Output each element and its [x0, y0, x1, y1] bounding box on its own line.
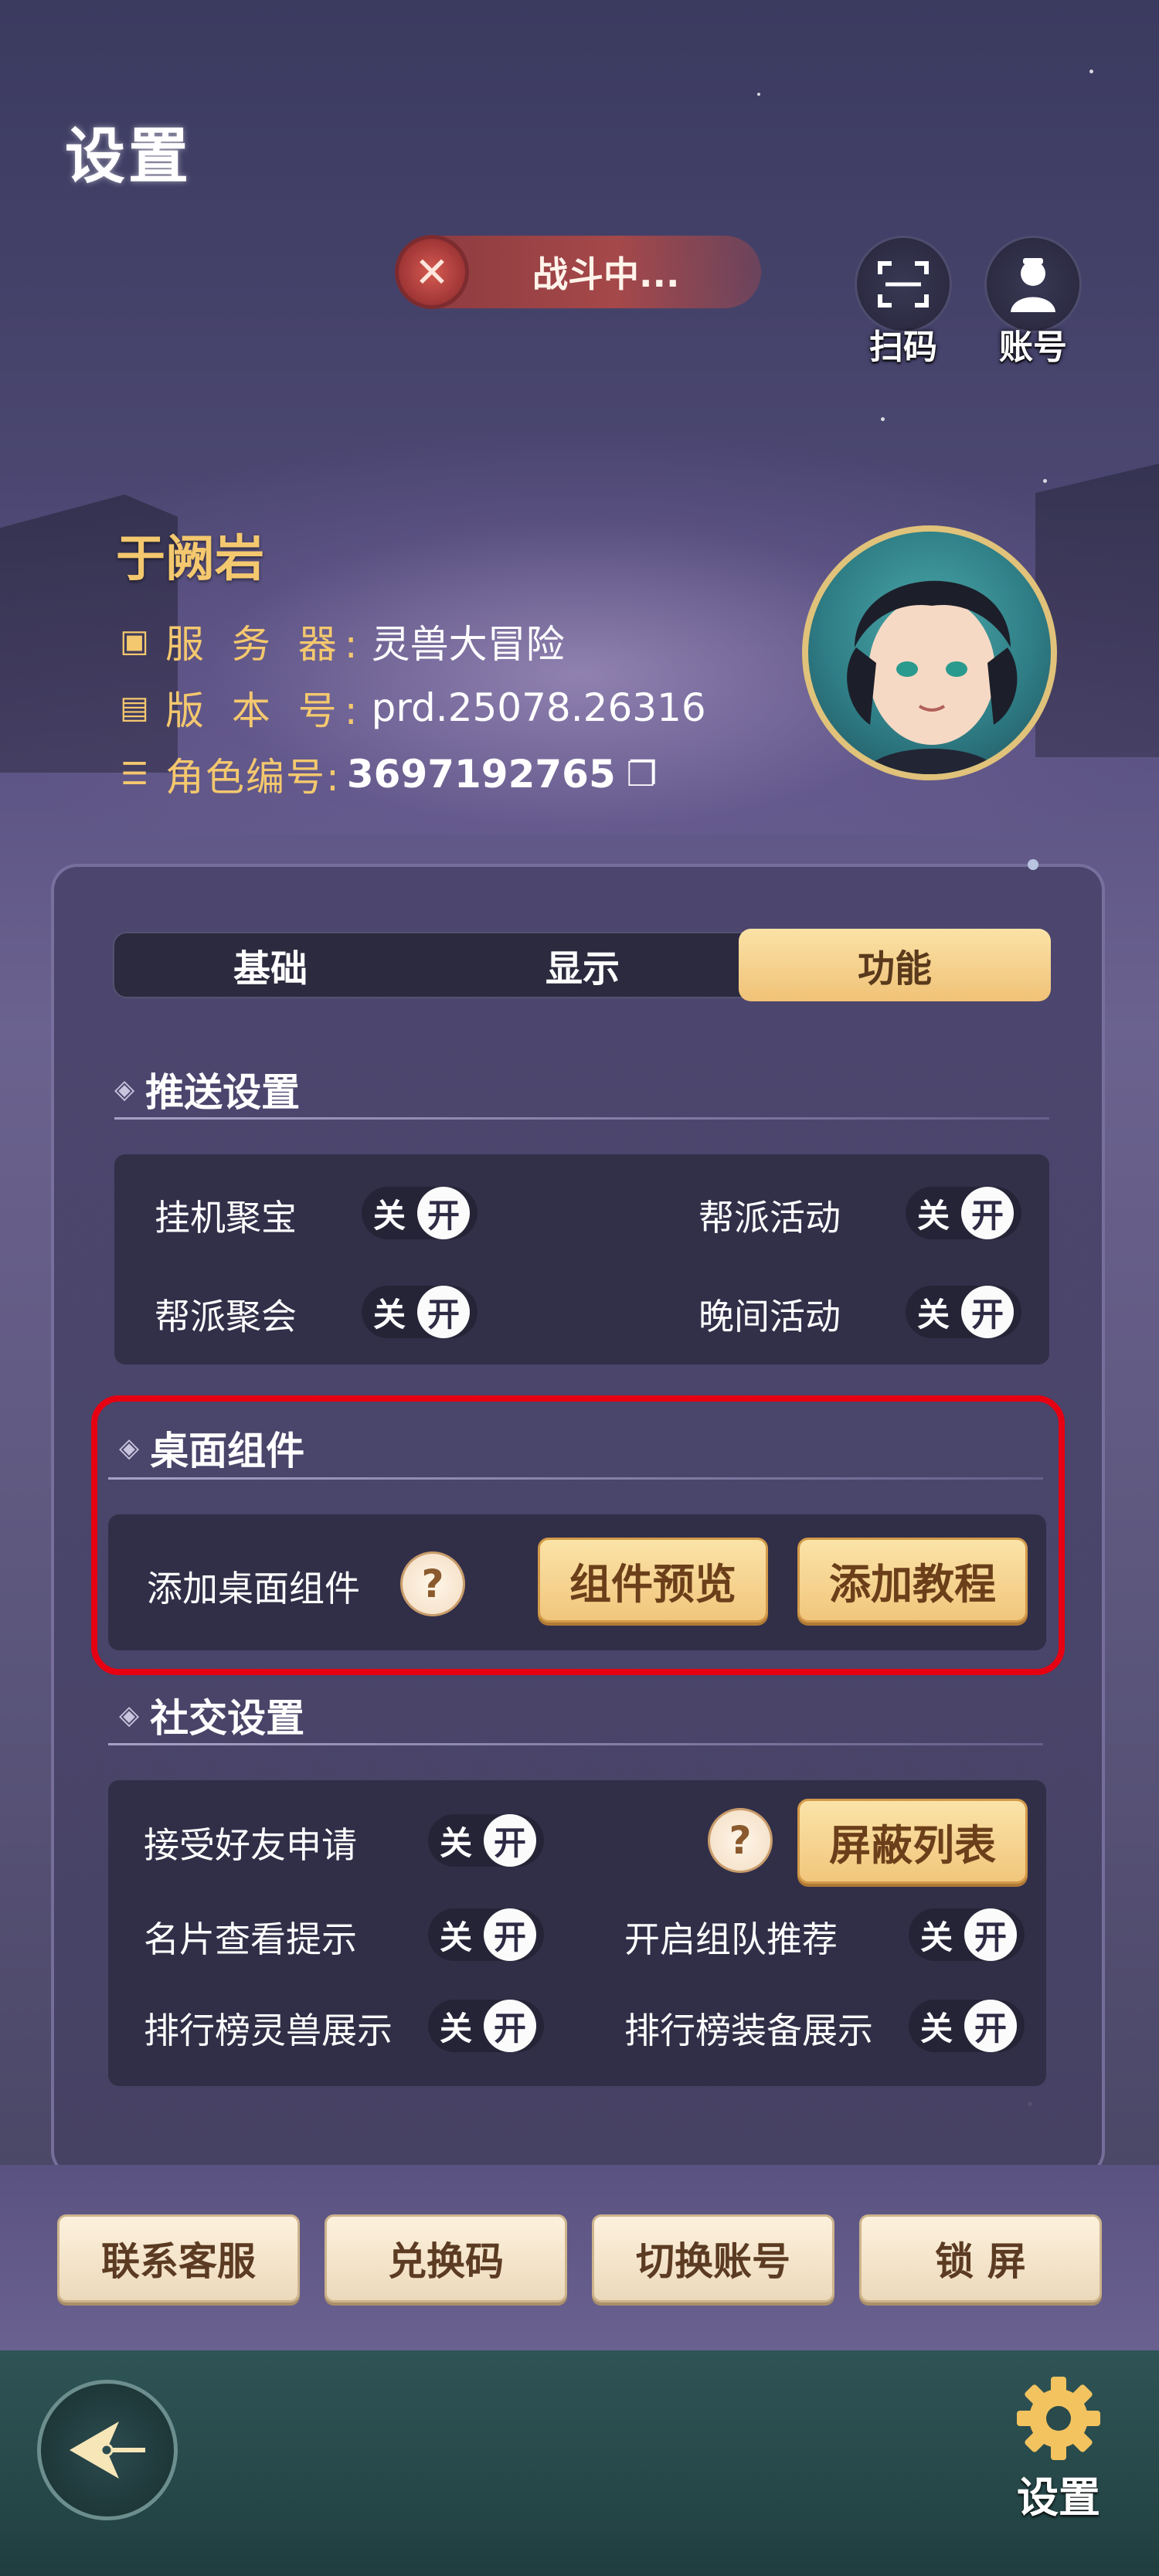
card-view-toggle[interactable]: 关 开 [428, 1908, 544, 1961]
push-guild-activity-label: 帮派活动 [698, 1197, 841, 1239]
toggle-off-label: 关 [916, 1196, 950, 1235]
toggle-on-knob: 开 [964, 1908, 1017, 1961]
scan-label: 扫码 [869, 328, 937, 367]
toggle-on-knob: 开 [417, 1286, 470, 1338]
settings-nav-button[interactable]: 设置 [997, 2372, 1120, 2527]
server-label: 服 务 器: [165, 622, 365, 667]
rank-gear-toggle[interactable]: 关 开 [909, 2000, 1025, 2052]
toggle-off-label: 关 [919, 1918, 953, 1956]
list-icon: ☰ [121, 756, 148, 792]
copy-icon[interactable]: ❐ [627, 755, 657, 794]
help-button[interactable]: ? [708, 1808, 773, 1873]
toggle-off-label: 关 [919, 2009, 953, 2048]
page-title: 设置 [65, 122, 192, 192]
toggle-on-knob: 开 [484, 2000, 536, 2052]
push-settings-header: ◈ 推送设置 [114, 1062, 300, 1117]
star [1089, 70, 1093, 73]
redeem-code-button[interactable]: 兑换码 [325, 2214, 567, 2302]
tab-basic[interactable]: 基础 [114, 933, 427, 997]
social-settings-title: 社交设置 [150, 1696, 305, 1741]
toggle-on-knob: 开 [964, 2000, 1017, 2052]
card-view-label: 名片查看提示 [144, 1918, 357, 1960]
team-recommend-label: 开启组队推荐 [624, 1918, 838, 1960]
settings-nav-label: 设置 [1017, 2473, 1100, 2522]
server-value: 灵兽大冒险 [371, 622, 565, 667]
crossed-swords-icon: ✕ [395, 235, 469, 309]
toggle-off-label: 关 [439, 2009, 472, 2048]
back-button[interactable] [37, 2380, 178, 2520]
toggle-off-label: 关 [439, 1918, 472, 1956]
toggle-off-label: 关 [439, 1823, 472, 1862]
toggle-on-knob: 开 [484, 1814, 536, 1867]
version-label: 版 本 号: [165, 688, 365, 733]
social-settings-header: ◈ 社交设置 [119, 1687, 304, 1743]
toggle-off-label: 关 [916, 1295, 950, 1334]
settings-tabs: 基础 显示 功能 [113, 929, 1051, 1001]
push-idle-treasure-toggle[interactable]: 关 开 [362, 1187, 478, 1239]
rank-pet-toggle[interactable]: 关 开 [428, 2000, 544, 2052]
battle-status-pill[interactable]: ✕ 战斗中... [395, 235, 761, 309]
star [1043, 479, 1047, 483]
friend-request-toggle[interactable]: 关 开 [428, 1814, 544, 1867]
role-value: 3697192765 [346, 752, 616, 797]
version-value: prd.25078.26316 [371, 685, 706, 730]
friend-request-label: 接受好友申请 [144, 1824, 357, 1866]
gear-icon [1017, 2377, 1100, 2460]
contact-support-button[interactable]: 联系客服 [57, 2214, 300, 2302]
tab-display[interactable]: 显示 [427, 933, 739, 997]
push-guild-party-toggle[interactable]: 关 开 [362, 1286, 478, 1338]
toggle-on-knob: 开 [417, 1187, 470, 1239]
document-icon: ▤ [120, 690, 149, 726]
push-evening-activity-label: 晚间活动 [698, 1296, 841, 1337]
avatar[interactable] [802, 525, 1057, 780]
monitor-icon: ▣ [120, 624, 149, 659]
role-info: ☰ 角色编号: 3697192765 ❐ [116, 746, 657, 802]
push-settings-title: 推送设置 [145, 1070, 301, 1115]
server-info: ▣ 服 务 器: 灵兽大冒险 [116, 613, 565, 669]
battle-status-text: 战斗中... [532, 253, 680, 295]
toggle-on-knob: 开 [961, 1187, 1014, 1239]
divider [114, 1117, 1049, 1120]
toggle-off-label: 关 [372, 1295, 406, 1334]
role-label: 角色编号: [165, 755, 341, 800]
scan-button[interactable]: 扫码 [853, 236, 953, 367]
toggle-on-knob: 开 [961, 1286, 1014, 1338]
rank-gear-label: 排行榜装备展示 [624, 2010, 873, 2051]
tab-function[interactable]: 功能 [739, 929, 1051, 1001]
push-idle-treasure-label: 挂机聚宝 [155, 1197, 297, 1239]
diamond-icon: ◈ [114, 1074, 135, 1105]
background-building-right [1035, 464, 1159, 757]
toggle-off-label: 关 [372, 1196, 406, 1235]
toggle-on-knob: 开 [484, 1908, 536, 1961]
divider [108, 1743, 1043, 1745]
rank-pet-label: 排行榜灵兽展示 [144, 2010, 393, 2051]
block-list-button[interactable]: 屏蔽列表 [797, 1799, 1028, 1884]
push-guild-party-label: 帮派聚会 [155, 1296, 297, 1337]
team-recommend-toggle[interactable]: 关 开 [909, 1908, 1025, 1961]
lock-screen-button[interactable]: 锁 屏 [859, 2214, 1102, 2302]
account-label: 账号 [999, 328, 1067, 367]
switch-account-button[interactable]: 切换账号 [592, 2214, 834, 2302]
push-evening-activity-toggle[interactable]: 关 开 [906, 1286, 1021, 1338]
version-info: ▤ 版 本 号: prd.25078.26316 [116, 680, 706, 736]
panel-ornament [1028, 859, 1038, 870]
account-button[interactable]: 账号 [983, 236, 1083, 367]
player-name: 于阙岩 [116, 531, 264, 588]
back-arrow-icon [70, 2421, 145, 2479]
highlight-box [91, 1395, 1065, 1675]
push-guild-activity-toggle[interactable]: 关 开 [906, 1187, 1021, 1239]
diamond-icon: ◈ [119, 1700, 140, 1731]
star [757, 93, 760, 96]
star [881, 417, 885, 421]
